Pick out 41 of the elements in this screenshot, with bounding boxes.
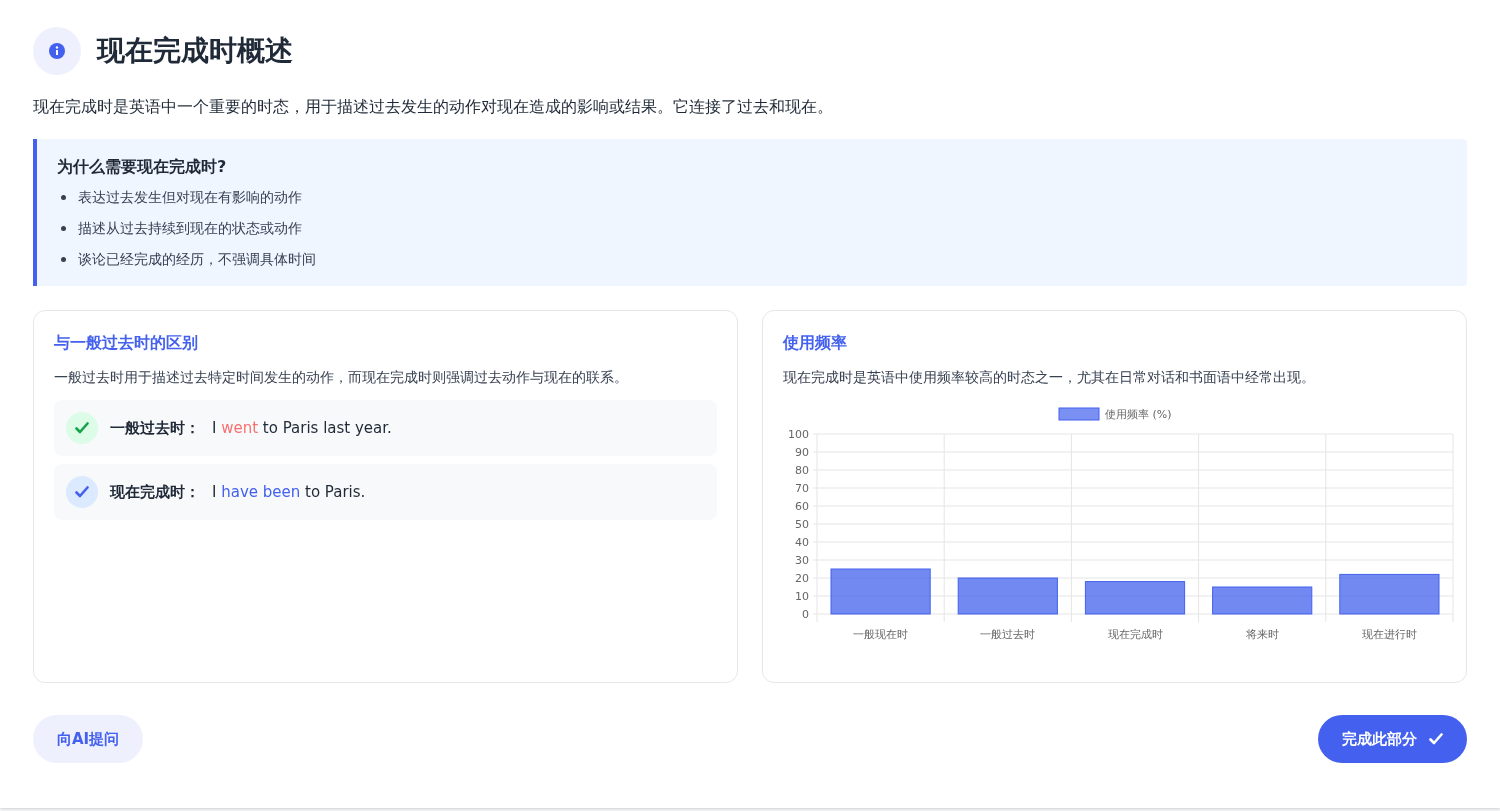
axis-tick-label: 20 [795, 572, 809, 585]
axis-tick-label: 50 [795, 518, 809, 531]
complete-button[interactable]: 完成此部分 [1318, 715, 1467, 763]
callout-title: 为什么需要现在完成时? [57, 156, 228, 178]
bullet-icon [61, 195, 66, 200]
ask-ai-button[interactable]: 向AI提问 [33, 715, 144, 763]
check-icon [66, 476, 98, 508]
category-label: 一般现在时 [853, 628, 909, 641]
category-label: 现在完成时 [1107, 628, 1163, 641]
card-description: 现在完成时是英语中使用频率较高的时态之一，尤其在日常对话和书面语中经常出现。 [783, 368, 1316, 387]
axis-tick-label: 40 [795, 536, 809, 549]
axis-tick-label: 90 [795, 446, 809, 459]
example-label: 现在完成时： [110, 481, 200, 503]
example-sentence: I have been to Paris. [212, 481, 366, 503]
card-title: 与一般过去时的区别 [54, 332, 199, 354]
callout-item: 表达过去发生但对现在有影响的动作 [78, 188, 302, 207]
bullet-icon [61, 257, 66, 262]
axis-tick-label: 10 [795, 590, 809, 603]
page-title: 现在完成时概述 [97, 33, 293, 69]
legend-label: 使用频率 (%) [1105, 408, 1172, 421]
check-icon [66, 412, 98, 444]
check-icon [1429, 733, 1443, 745]
example-sentence: I went to Paris last year. [212, 417, 392, 439]
category-label: 现在进行时 [1361, 628, 1417, 641]
intro-text: 现在完成时是英语中一个重要的时态，用于描述过去发生的动作对现在造成的影响或结果。它连接了过去和现在。 [33, 96, 834, 118]
axis-tick-label: 30 [795, 554, 809, 567]
info-icon [33, 27, 81, 75]
axis-tick-label: 70 [795, 482, 809, 495]
axis-tick-label: 60 [795, 500, 809, 513]
callout-item: 描述从过去持续到现在的状态或动作 [78, 219, 302, 238]
category-label: 一般过去时 [980, 628, 1036, 641]
axis-tick-label: 0 [802, 608, 809, 621]
card-title: 使用频率 [783, 332, 848, 354]
axis-tick-label: 100 [788, 428, 809, 441]
callout-item: 谈论已经完成的经历，不强调具体时间 [78, 250, 316, 269]
axis-tick-label: 80 [795, 464, 809, 477]
example-label: 一般过去时： [110, 417, 200, 439]
card-description: 一般过去时用于描述过去特定时间发生的动作，而现在完成时则强调过去动作与现在的联系。 [54, 368, 629, 387]
category-label: 将来时 [1245, 628, 1279, 641]
bullet-icon [61, 226, 66, 231]
chart-legend: 使用频率 (%) [1058, 407, 1172, 421]
